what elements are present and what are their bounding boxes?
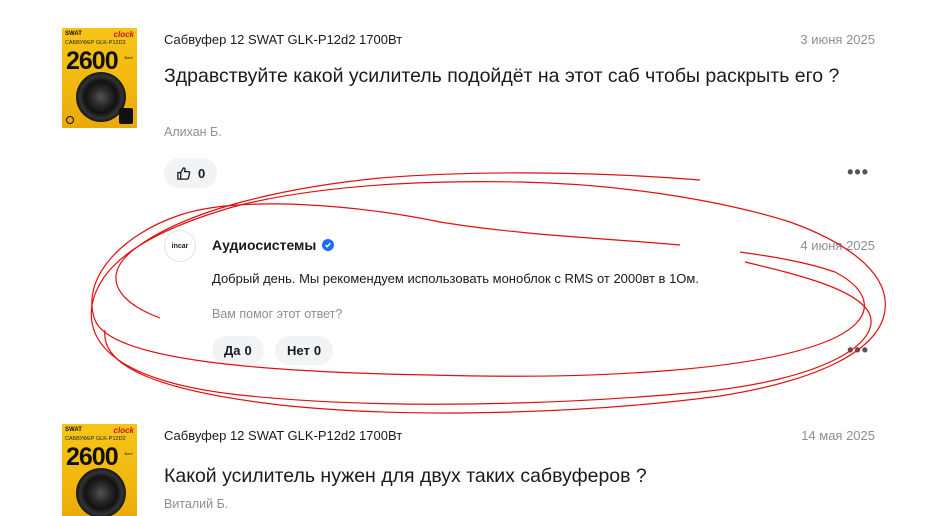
- thumbnail-series: clock: [113, 30, 134, 39]
- question-date: 14 мая 2025: [801, 428, 875, 443]
- thumbnail-unit: Ватт: [124, 55, 133, 60]
- question-text: Какой усилитель нужен для двух таких саб…: [164, 465, 647, 487]
- helpful-no-button[interactable]: Нет 0: [275, 336, 334, 365]
- helpful-yes-button[interactable]: Да 0: [212, 336, 264, 365]
- verified-check-icon: [322, 239, 335, 251]
- thumbnail-series: clock: [113, 426, 134, 435]
- thumbnail-power: 2600: [66, 443, 119, 471]
- yes-count: 0: [244, 343, 252, 358]
- question-author: Алихан Б.: [164, 125, 222, 139]
- question-text: Здравствуйте какой усилитель подойдёт на…: [164, 65, 840, 87]
- thumbnail-brand: SWAT: [65, 427, 82, 433]
- thumbnail-brand: SWAT: [65, 31, 82, 37]
- no-count: 0: [313, 343, 322, 358]
- more-options-button[interactable]: •••: [847, 162, 869, 183]
- answer-more-options-button[interactable]: •••: [847, 340, 869, 361]
- question-card: SWAT clock САБВУФЕР GLK-P12D2 2600 Ватт …: [0, 28, 945, 198]
- product-name-link[interactable]: Сабвуфер 12 SWAT GLK-P12d2 1700Вт: [164, 32, 402, 47]
- question-date: 3 июня 2025: [800, 32, 875, 47]
- no-label: Нет: [287, 343, 310, 358]
- helpful-prompt: Вам помог этот ответ?: [212, 307, 343, 321]
- product-thumbnail[interactable]: SWAT clock САБВУФЕР GLK-P12D2 2600 Ватт: [62, 28, 137, 128]
- yes-label: Да: [224, 343, 241, 358]
- like-button[interactable]: 0: [164, 158, 218, 188]
- seller-avatar-text: incar: [171, 242, 189, 250]
- answer-date: 4 июня 2025: [800, 238, 875, 253]
- question-author: Виталий Б.: [164, 497, 229, 511]
- question-card: SWAT clock САБВУФЕР GLK-P12D2 2600 Ватт …: [0, 424, 945, 516]
- thumbnail-power: 2600: [66, 47, 119, 75]
- thumbs-up-icon: [177, 166, 191, 180]
- subwoofer-image: [76, 468, 126, 516]
- answer-card: incar Аудиосистемы 4 июня 2025 Добрый де…: [0, 230, 945, 370]
- answer-text: Добрый день. Мы рекомендуем использовать…: [212, 271, 699, 286]
- thumbnail-subtitle: САБВУФЕР GLK-P12D2: [65, 40, 126, 46]
- seller-avatar: incar: [164, 230, 196, 262]
- product-thumbnail[interactable]: SWAT clock САБВУФЕР GLK-P12D2 2600 Ватт: [62, 424, 137, 516]
- badge-icon: [119, 108, 133, 124]
- thumbnail-unit: Ватт: [124, 451, 133, 456]
- seller-name-label: Аудиосистемы: [212, 237, 317, 253]
- thumbnail-subtitle: САБВУФЕР GLK-P12D2: [65, 436, 126, 442]
- like-count: 0: [198, 165, 206, 181]
- seller-name[interactable]: Аудиосистемы: [212, 237, 335, 253]
- logo-icon: [66, 116, 74, 124]
- product-name-link[interactable]: Сабвуфер 12 SWAT GLK-P12d2 1700Вт: [164, 428, 402, 443]
